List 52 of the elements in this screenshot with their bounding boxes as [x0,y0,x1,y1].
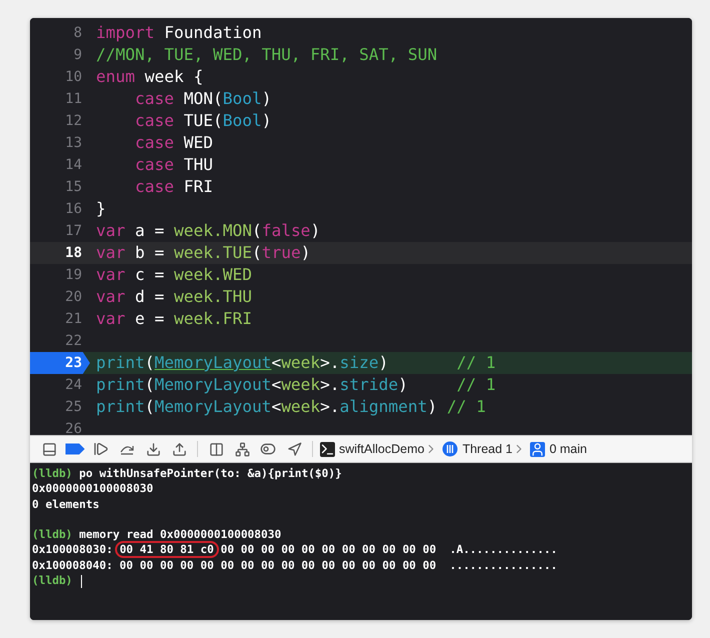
console-output: 0x100008030: 00 41 80 81 c0 00 00 00 00 00 00 00 00 00 00 00 .A.............. [32,543,558,556]
person-icon [530,442,546,456]
console-output: 0 elements [32,498,100,511]
console-output: 0x100008040: 00 00 00 00 00 00 00 00 00 00 00 00 00 00 00 00 ................ [32,558,558,572]
terminal-icon [320,442,335,456]
line-number: 9 [72,46,83,65]
line-number: 19 [64,266,83,285]
code-line: case MON(Bool) [134,88,272,110]
code-line: print(MemoryLayout<week>.size) // 1 [96,352,496,374]
code-line: var b = week.TUE(true) [96,242,310,264]
thread-icon [442,441,458,457]
code-line: case TUE(Bool) [134,110,272,132]
line-number: 10 [64,68,83,87]
code-line: print(MemoryLayout<week>.alignment) // 1 [96,396,486,418]
code-line: } [96,198,106,220]
line-number: 8 [72,24,83,43]
console-output: memory read 0x0000000100008030 [79,528,282,542]
lldb-prompt: (lldb) [32,528,74,542]
code-line: var a = week.MON(false) [96,220,320,242]
console-output: po withUnsafePointer(to: &a){print($0)} [79,467,342,480]
breakpoint-marker[interactable]: 23 [30,352,90,374]
line-number: 12 [64,112,83,131]
line-number: 24 [64,376,83,395]
line-number: 26 [64,420,83,435]
line-number: 16 [64,200,83,219]
breakpoint-icon[interactable] [65,443,85,455]
code-line: //MON, TUE, WED, THU, FRI, SAT, SUN [96,44,438,66]
breadcrumb-item[interactable]: swiftAllocDemo [339,442,424,456]
code-line: case FRI [134,176,213,198]
line-number: 15 [64,178,83,197]
line-number: 20 [64,288,83,307]
code-line: var c = week.WED [96,264,252,286]
code-line: var e = week.FRI [96,308,252,330]
code-line: var d = week.THU [96,286,252,308]
code-line: import Foundation [96,22,262,44]
lldb-prompt: (lldb) [32,574,74,588]
line-number: 21 [64,310,83,329]
code-line: enum week { [96,66,204,88]
breadcrumb-item[interactable]: Thread 1 [462,442,512,456]
code-line: print(MemoryLayout<week>.stride) // 1 [96,374,496,396]
breadcrumb-item[interactable]: 0 main [549,442,587,456]
line-number: 18 [64,244,83,263]
line-number: 17 [64,222,83,241]
console-output: 0x0000000100008030 [32,482,154,496]
lldb-prompt: (lldb) [32,467,74,480]
line-number: 11 [64,90,83,109]
code-line: case WED [134,132,213,154]
line-number: 25 [64,398,83,417]
code-line: case THU [134,154,213,176]
line-number: 22 [64,332,83,351]
line-number: 13 [64,134,83,153]
line-number: 14 [64,156,83,175]
